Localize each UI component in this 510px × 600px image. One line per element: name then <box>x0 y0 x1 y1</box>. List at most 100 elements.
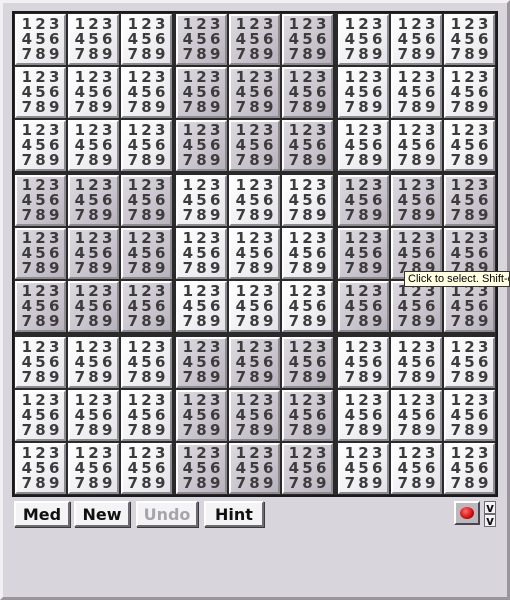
sudoku-cell-r6c6[interactable]: 123456789 <box>282 281 333 332</box>
sudoku-cell-r2c9[interactable]: 123456789 <box>444 67 495 118</box>
sudoku-cell-r1c4[interactable]: 123456789 <box>176 14 227 65</box>
sudoku-cell-r1c8[interactable]: 123456789 <box>391 14 442 65</box>
candidate-digit: 8 <box>196 45 207 63</box>
new-game-button[interactable]: New <box>74 501 130 527</box>
sudoku-cell-r5c6[interactable]: 123456789 <box>282 228 333 279</box>
sudoku-cell-r2c3[interactable]: 123456789 <box>121 67 172 118</box>
stop-button[interactable] <box>454 501 480 525</box>
sudoku-cell-r3c4[interactable]: 123456789 <box>176 120 227 171</box>
sudoku-cell-r4c1[interactable]: 123456789 <box>15 175 66 226</box>
candidate-digit: 7 <box>450 98 462 116</box>
sudoku-cell-r2c8[interactable]: 123456789 <box>391 67 442 118</box>
sudoku-cell-r5c5[interactable]: 123456789 <box>229 228 280 279</box>
sudoku-cell-r1c1[interactable]: 123456789 <box>15 14 66 65</box>
sudoku-cell-r9c3[interactable]: 123456789 <box>121 443 172 494</box>
sudoku-cell-r4c2[interactable]: 123456789 <box>68 175 119 226</box>
sudoku-cell-r5c2[interactable]: 123456789 <box>68 228 119 279</box>
sudoku-cell-r6c7[interactable]: 123456789 <box>338 281 389 332</box>
sudoku-cell-r7c6[interactable]: 123456789 <box>282 337 333 388</box>
sudoku-cell-r8c8[interactable]: 123456789 <box>391 390 442 441</box>
sudoku-cell-r4c3[interactable]: 123456789 <box>121 175 172 226</box>
scroll-arrows[interactable]: v v <box>484 501 496 527</box>
undo-button[interactable]: Undo <box>136 501 198 527</box>
candidate-digit: 7 <box>288 312 300 330</box>
sudoku-cell-r7c9[interactable]: 123456789 <box>444 337 495 388</box>
sudoku-cell-r9c2[interactable]: 123456789 <box>68 443 119 494</box>
sudoku-cell-r5c3[interactable]: 123456789 <box>121 228 172 279</box>
scroll-down-arrow[interactable]: v <box>484 514 496 527</box>
sudoku-cell-r4c6[interactable]: 123456789 <box>282 175 333 226</box>
sudoku-cell-r7c8[interactable]: 123456789 <box>391 337 442 388</box>
sudoku-cell-r2c6[interactable]: 123456789 <box>282 67 333 118</box>
candidate-digit: 8 <box>302 474 313 492</box>
sudoku-cell-r3c7[interactable]: 123456789 <box>338 120 389 171</box>
sudoku-cell-r9c7[interactable]: 123456789 <box>338 443 389 494</box>
sudoku-cell-r6c9[interactable]: 123456789 <box>444 281 495 332</box>
sudoku-cell-r4c5[interactable]: 123456789 <box>229 175 280 226</box>
candidate-digit: 8 <box>88 45 99 63</box>
sudoku-cell-r9c8[interactable]: 123456789 <box>391 443 442 494</box>
sudoku-cell-r7c1[interactable]: 123456789 <box>15 337 66 388</box>
sudoku-cell-r7c4[interactable]: 123456789 <box>176 337 227 388</box>
sudoku-cell-r6c1[interactable]: 123456789 <box>15 281 66 332</box>
candidate-digit: 8 <box>358 259 369 277</box>
sudoku-cell-r3c6[interactable]: 123456789 <box>282 120 333 171</box>
sudoku-cell-r8c6[interactable]: 123456789 <box>282 390 333 441</box>
sudoku-cell-r8c1[interactable]: 123456789 <box>15 390 66 441</box>
sudoku-cell-r6c4[interactable]: 123456789 <box>176 281 227 332</box>
sudoku-cell-r6c2[interactable]: 123456789 <box>68 281 119 332</box>
sudoku-cell-r5c4[interactable]: 123456789 <box>176 228 227 279</box>
sudoku-cell-r9c9[interactable]: 123456789 <box>444 443 495 494</box>
sudoku-cell-r3c5[interactable]: 123456789 <box>229 120 280 171</box>
sudoku-cell-r4c9[interactable]: 123456789 <box>444 175 495 226</box>
sudoku-cell-r4c7[interactable]: 123456789 <box>338 175 389 226</box>
sudoku-cell-r9c5[interactable]: 123456789 <box>229 443 280 494</box>
sudoku-cell-r1c9[interactable]: 123456789 <box>444 14 495 65</box>
candidate-digit: 9 <box>371 312 383 330</box>
sudoku-cell-r3c1[interactable]: 123456789 <box>15 120 66 171</box>
sudoku-cell-r8c2[interactable]: 123456789 <box>68 390 119 441</box>
difficulty-button[interactable]: Med <box>14 501 70 527</box>
sudoku-cell-r6c3[interactable]: 123456789 <box>121 281 172 332</box>
sudoku-cell-r4c4[interactable]: 123456789 <box>176 175 227 226</box>
sudoku-cell-r9c6[interactable]: 123456789 <box>282 443 333 494</box>
sudoku-cell-r6c8[interactable]: 123456789 <box>391 281 442 332</box>
candidate-digit: 9 <box>101 368 113 386</box>
sudoku-cell-r2c2[interactable]: 123456789 <box>68 67 119 118</box>
sudoku-cell-r1c5[interactable]: 123456789 <box>229 14 280 65</box>
sudoku-cell-r2c7[interactable]: 123456789 <box>338 67 389 118</box>
sudoku-cell-r8c3[interactable]: 123456789 <box>121 390 172 441</box>
sudoku-cell-r2c5[interactable]: 123456789 <box>229 67 280 118</box>
sudoku-cell-r8c9[interactable]: 123456789 <box>444 390 495 441</box>
sudoku-cell-r3c3[interactable]: 123456789 <box>121 120 172 171</box>
sudoku-cell-r1c2[interactable]: 123456789 <box>68 14 119 65</box>
sudoku-cell-r1c7[interactable]: 123456789 <box>338 14 389 65</box>
sudoku-cell-r8c5[interactable]: 123456789 <box>229 390 280 441</box>
sudoku-cell-r3c2[interactable]: 123456789 <box>68 120 119 171</box>
sudoku-cell-r1c6[interactable]: 123456789 <box>282 14 333 65</box>
sudoku-cell-r7c5[interactable]: 123456789 <box>229 337 280 388</box>
scroll-up-arrow[interactable]: v <box>484 501 496 514</box>
sudoku-cell-r7c3[interactable]: 123456789 <box>121 337 172 388</box>
candidate-digit: 8 <box>302 368 313 386</box>
sudoku-cell-r5c7[interactable]: 123456789 <box>338 228 389 279</box>
hint-button[interactable]: Hint <box>204 501 264 527</box>
sudoku-cell-r3c8[interactable]: 123456789 <box>391 120 442 171</box>
candidate-digit: 7 <box>127 474 139 492</box>
candidate-digit: 8 <box>141 312 152 330</box>
sudoku-cell-r3c9[interactable]: 123456789 <box>444 120 495 171</box>
sudoku-cell-r1c3[interactable]: 123456789 <box>121 14 172 65</box>
candidate-digit: 7 <box>182 312 194 330</box>
sudoku-cell-r2c4[interactable]: 123456789 <box>176 67 227 118</box>
sudoku-cell-r2c1[interactable]: 123456789 <box>15 67 66 118</box>
sudoku-cell-r9c4[interactable]: 123456789 <box>176 443 227 494</box>
sudoku-cell-r7c2[interactable]: 123456789 <box>68 337 119 388</box>
sudoku-cell-r8c4[interactable]: 123456789 <box>176 390 227 441</box>
sudoku-cell-r4c8[interactable]: 123456789 <box>391 175 442 226</box>
sudoku-cell-r8c7[interactable]: 123456789 <box>338 390 389 441</box>
sudoku-cell-r7c7[interactable]: 123456789 <box>338 337 389 388</box>
candidate-digit: 8 <box>411 421 422 439</box>
sudoku-cell-r5c1[interactable]: 123456789 <box>15 228 66 279</box>
sudoku-cell-r9c1[interactable]: 123456789 <box>15 443 66 494</box>
sudoku-cell-r6c5[interactable]: 123456789 <box>229 281 280 332</box>
